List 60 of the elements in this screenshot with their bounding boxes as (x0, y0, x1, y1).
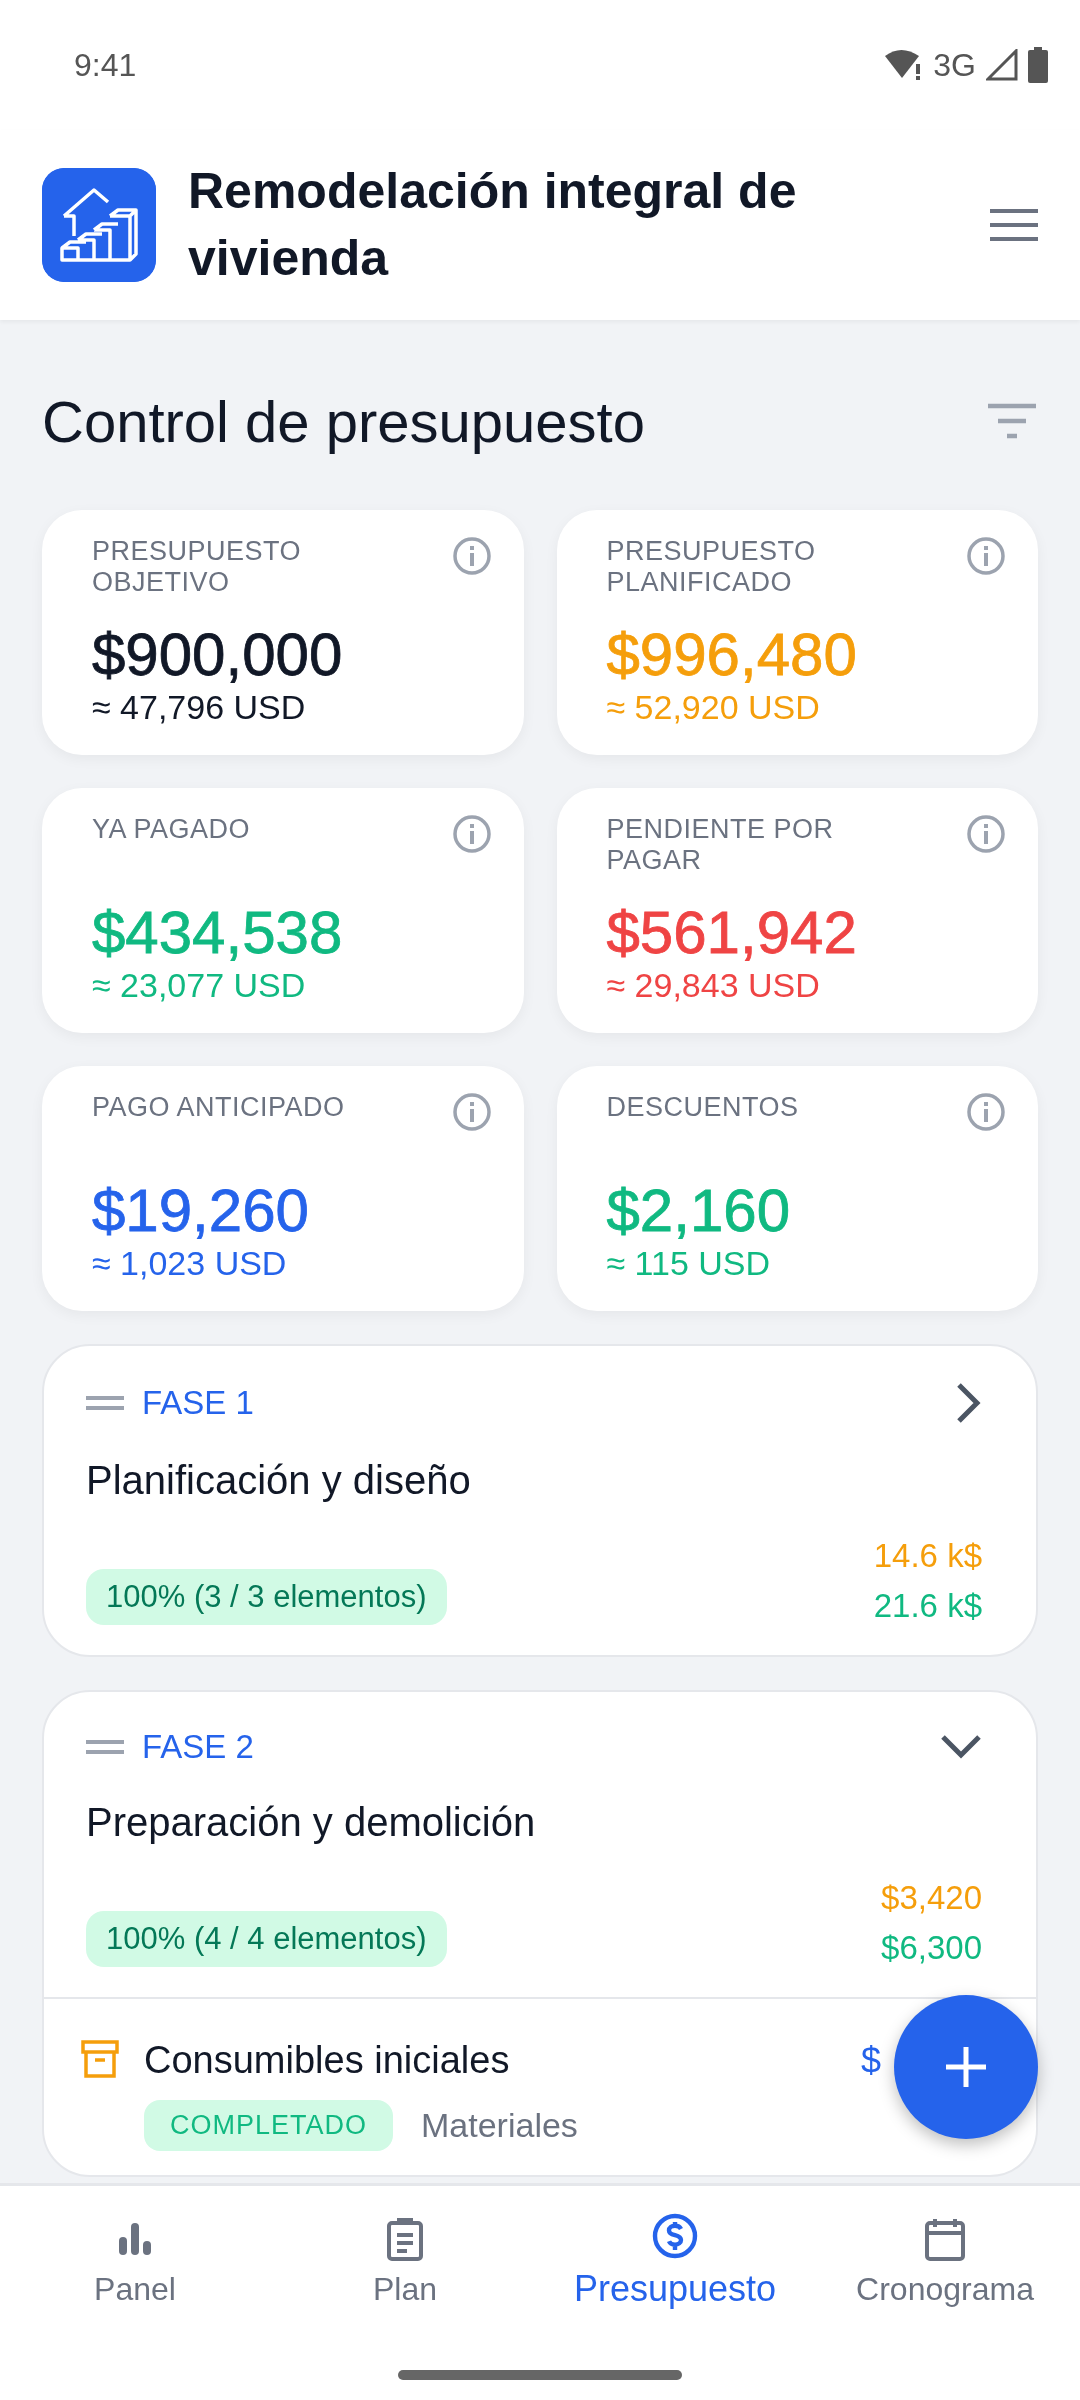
metric-label: PENDIENTE POR PAGAR (606, 814, 835, 877)
usd-equivalent: ≈ 23,077 USD (92, 966, 307, 1005)
info-icon[interactable] (966, 1092, 1006, 1132)
usd-equivalent: ≈ 52,920 USD (606, 688, 821, 727)
menu-icon[interactable] (990, 208, 1038, 242)
phase-card[interactable]: FASE 1 Planificación y diseño 100% (3 / 3 elementos) 14.6 k$ 21.6 k$ (42, 1344, 1038, 1657)
plus-icon (944, 2045, 988, 2089)
nav-tab[interactable]: Panel (0, 2186, 270, 2336)
info-icon[interactable] (451, 814, 492, 854)
metric-value: $900,000 (92, 622, 344, 688)
metric-value: $19,260 (92, 1178, 310, 1244)
phase-title: Preparación y demolición (86, 1800, 537, 1845)
item-category: Materiales (421, 2106, 578, 2145)
nav-tab[interactable]: Plan (270, 2186, 540, 2336)
info-icon[interactable] (966, 814, 1006, 854)
info-icon[interactable] (966, 536, 1006, 576)
network-type: 3G (933, 46, 976, 84)
project-title: Remodelación integral de vivienda (188, 161, 798, 288)
metric-label: DESCUENTOS (606, 1092, 799, 1124)
planned-amount: $3,420 (881, 1879, 982, 1917)
usd-equivalent: ≈ 115 USD (606, 1244, 772, 1283)
battery-icon (1028, 47, 1048, 83)
filter-icon[interactable] (986, 403, 1038, 439)
status-time: 9:41 (74, 46, 137, 84)
info-icon[interactable] (451, 1092, 492, 1132)
archive-box-icon (80, 2039, 120, 2079)
paid-amount: 21.6 k$ (873, 1587, 982, 1625)
metric-value: $996,480 (606, 622, 858, 688)
app-logo-icon (42, 168, 156, 282)
progress-badge: 100% (3 / 3 elementos) (86, 1569, 447, 1625)
chevron-right-icon[interactable] (956, 1382, 982, 1424)
chevron-down-icon[interactable] (940, 1734, 982, 1760)
metric-label: PRESUPUESTO OBJETIVO (92, 536, 303, 599)
phase-card[interactable]: FASE 2 Preparación y demolición 100% (4 / 4 elementos) $3,420 $6,300 Consumibles iniciales $ COMPLETADO Materiales (42, 1690, 1038, 2177)
phase-label: FASE 2 (142, 1728, 255, 1766)
metric-label: YA PAGADO (92, 814, 251, 846)
phase-label: FASE 1 (142, 1384, 255, 1422)
usd-equivalent: ≈ 1,023 USD (92, 1244, 288, 1283)
planned-amount: 14.6 k$ (873, 1537, 982, 1575)
metric-value: $434,538 (92, 900, 344, 966)
metric-value: $2,160 (606, 1178, 791, 1244)
drag-handle-icon[interactable] (86, 1396, 124, 1410)
metric-label: PAGO ANTICIPADO (92, 1092, 345, 1124)
section-title: Control de presupuesto (42, 387, 645, 455)
info-icon[interactable] (451, 536, 492, 576)
status-tag: COMPLETADO (144, 2100, 394, 2151)
item-amount: $ (860, 2039, 881, 2082)
nav-tab[interactable]: Presupuesto (540, 2186, 810, 2336)
drag-handle-icon[interactable] (86, 1740, 124, 1754)
metric-value: $561,942 (606, 900, 858, 966)
usd-equivalent: ≈ 29,843 USD (606, 966, 821, 1005)
progress-badge: 100% (4 / 4 elementos) (86, 1911, 447, 1967)
signal-icon (986, 49, 1018, 81)
nav-tab[interactable]: Cronograma (810, 2186, 1080, 2336)
paid-amount: $6,300 (881, 1929, 982, 1967)
usd-equivalent: ≈ 47,796 USD (92, 688, 307, 727)
item-name: Consumibles iniciales (144, 2039, 510, 2082)
metric-label: PRESUPUESTO PLANIFICADO (606, 536, 817, 599)
phase-title: Planificación y diseño (86, 1458, 472, 1503)
dollar-icon (651, 2212, 699, 2260)
